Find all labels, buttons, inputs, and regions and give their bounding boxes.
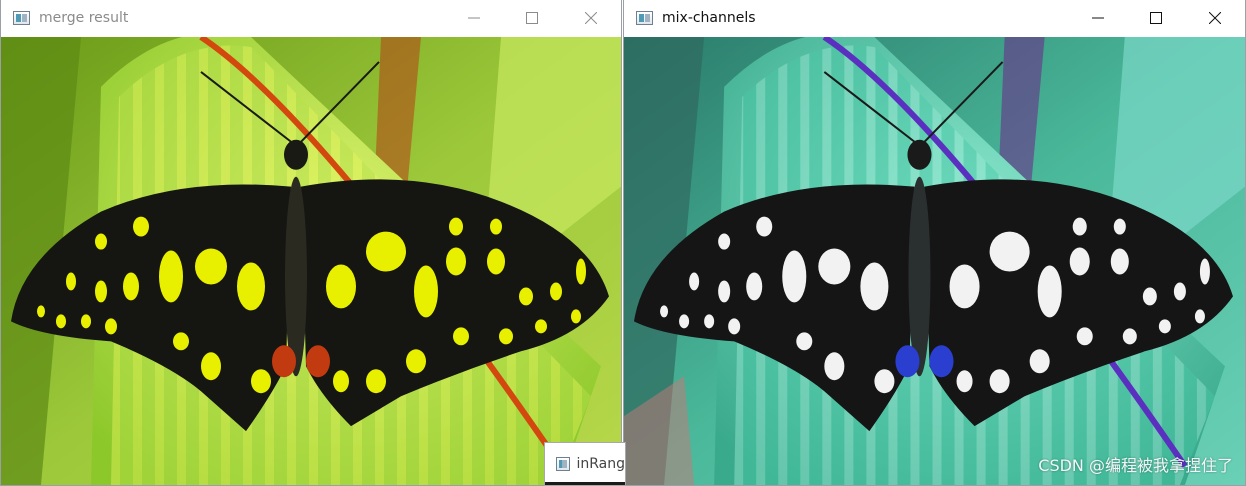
window-title: inRang (576, 456, 625, 472)
minimize-button[interactable] (1069, 0, 1127, 36)
window-title: merge result (39, 10, 129, 26)
minimize-icon (1092, 17, 1104, 19)
mix-channels-image (624, 37, 1245, 485)
window-edge (545, 482, 625, 485)
inrange-window-titlebar[interactable]: inRang (544, 442, 626, 486)
maximize-button[interactable] (503, 0, 561, 36)
mix-channels-window[interactable]: mix-channels CSDN @编程被我拿捏住了 (623, 0, 1246, 486)
minimize-icon (468, 17, 480, 19)
minimize-button[interactable] (445, 0, 503, 36)
app-window-icon (636, 11, 653, 25)
merge-result-window[interactable]: merge result (0, 0, 622, 486)
window-title: mix-channels (662, 10, 756, 26)
titlebar[interactable]: merge result (1, 0, 621, 36)
close-button[interactable] (1186, 0, 1244, 36)
titlebar[interactable]: mix-channels (624, 0, 1245, 36)
close-icon (585, 12, 597, 24)
csdn-watermark: CSDN @编程被我拿捏住了 (1038, 456, 1233, 475)
merge-result-image (1, 37, 621, 485)
maximize-icon (526, 12, 538, 24)
app-window-icon (13, 11, 30, 25)
app-window-icon (556, 457, 571, 471)
maximize-button[interactable] (1127, 0, 1185, 36)
close-icon (1209, 12, 1221, 24)
close-button[interactable] (562, 0, 620, 36)
maximize-icon (1150, 12, 1162, 24)
